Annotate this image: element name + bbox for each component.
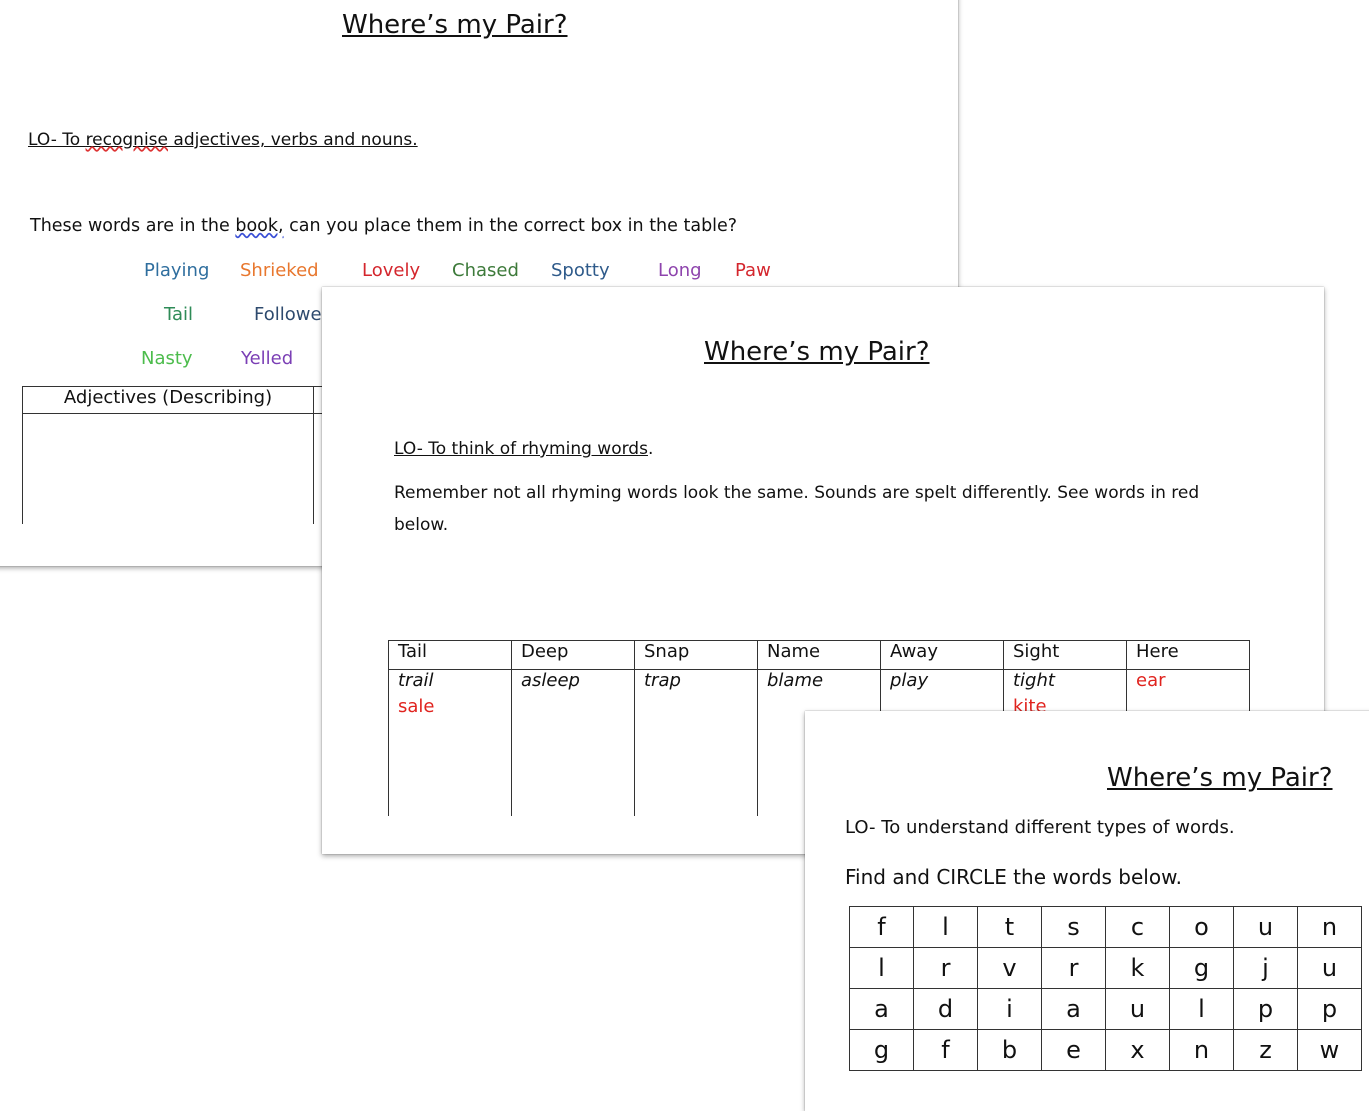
word-bank-item: Yelled — [241, 348, 294, 369]
learning-objective: LO- To recognise adjectives, verbs and n… — [28, 130, 418, 150]
grid-letter-cell[interactable]: s — [1041, 906, 1106, 948]
rhyme-word: play — [890, 670, 929, 691]
word-bank-item: Tail — [164, 304, 194, 325]
rhyme-word: blame — [767, 670, 824, 691]
word-bank-item: Long — [658, 260, 702, 281]
page-title: Where’s my Pair? — [704, 337, 930, 367]
grid-letter-cell[interactable]: u — [1297, 947, 1362, 989]
grid-letter-cell[interactable]: l — [913, 906, 978, 948]
grid-letter-cell[interactable]: f — [913, 1029, 978, 1071]
rhyme-word: trap — [644, 670, 681, 691]
word-bank-item: Lovely — [362, 260, 421, 281]
grid-letter-cell[interactable]: t — [977, 906, 1042, 948]
grid-letter-cell[interactable]: d — [913, 988, 978, 1030]
word-bank-item: Nasty — [141, 348, 193, 369]
grid-letter-cell[interactable]: u — [1105, 988, 1170, 1030]
grid-letter-cell[interactable]: n — [1297, 906, 1362, 948]
word-bank-item: Shrieked — [240, 260, 319, 281]
rhyme-word: trail — [398, 670, 434, 691]
instruction-text: Find and CIRCLE the words below. — [845, 865, 1182, 889]
grid-letter-cell[interactable]: p — [1233, 988, 1298, 1030]
classification-table: Adjectives (Describing) — [22, 386, 355, 524]
rhyme-column-header: Deep — [511, 640, 635, 670]
grid-letter-cell[interactable]: z — [1233, 1029, 1298, 1071]
grid-letter-cell[interactable]: c — [1105, 906, 1170, 948]
grid-letter-cell[interactable]: l — [849, 947, 914, 989]
table-cell — [22, 413, 314, 524]
page-title: Where’s my Pair? — [342, 10, 568, 40]
worksheet-wordsearch: Where’s my Pair? LO- To understand diffe… — [805, 711, 1369, 1111]
rhyme-word: tight — [1013, 670, 1055, 691]
grid-letter-cell[interactable]: f — [849, 906, 914, 948]
grid-letter-cell[interactable]: b — [977, 1029, 1042, 1071]
word-bank-item: Followe — [254, 304, 322, 325]
rhyme-cell: trap — [634, 669, 758, 816]
word-bank-item: Spotty — [551, 260, 610, 281]
grid-row: lrvrkgju — [849, 947, 1362, 989]
remember-note: Remember not all rhyming words look the … — [394, 483, 1200, 503]
grid-letter-cell[interactable]: v — [977, 947, 1042, 989]
grid-row: fltscoun — [849, 906, 1362, 948]
grid-letter-cell[interactable]: n — [1169, 1029, 1234, 1071]
word-bank-item: Chased — [452, 260, 519, 281]
grid-letter-cell[interactable]: g — [849, 1029, 914, 1071]
rhyme-cell: trail sale — [388, 669, 512, 816]
grid-letter-cell[interactable]: r — [913, 947, 978, 989]
word-search-grid: fltscounlrvrkgjuadiaulppgfbexnzw — [849, 906, 1362, 1071]
learning-objective: LO- To understand different types of wor… — [845, 817, 1235, 838]
word-bank-item: Paw — [735, 260, 771, 281]
page-title: Where’s my Pair? — [1107, 763, 1333, 793]
rhyme-cell: asleep — [511, 669, 635, 816]
grid-letter-cell[interactable]: e — [1041, 1029, 1106, 1071]
grid-row: gfbexnzw — [849, 1029, 1362, 1071]
grid-letter-cell[interactable]: p — [1297, 988, 1362, 1030]
rhyme-column-header: Tail — [388, 640, 512, 670]
grid-letter-cell[interactable]: l — [1169, 988, 1234, 1030]
rhyme-column-header: Snap — [634, 640, 758, 670]
grid-letter-cell[interactable]: r — [1041, 947, 1106, 989]
grid-letter-cell[interactable]: a — [1041, 988, 1106, 1030]
grid-letter-cell[interactable]: x — [1105, 1029, 1170, 1071]
grid-letter-cell[interactable]: g — [1169, 947, 1234, 989]
table-header-adjectives: Adjectives (Describing) — [22, 386, 314, 414]
grid-letter-cell[interactable]: i — [977, 988, 1042, 1030]
grid-letter-cell[interactable]: o — [1169, 906, 1234, 948]
rhyme-column-header: Here — [1126, 640, 1250, 670]
grid-letter-cell[interactable]: u — [1233, 906, 1298, 948]
rhyme-word: asleep — [521, 670, 580, 691]
grid-row: adiaulpp — [849, 988, 1362, 1030]
grid-letter-cell[interactable]: k — [1105, 947, 1170, 989]
table-header-row: Tail Deep Snap Name Away Sight Here — [388, 640, 1250, 670]
instruction-text: These words are in the book, can you pla… — [30, 216, 738, 236]
rhyme-column-header: Sight — [1003, 640, 1127, 670]
rhyme-word-red: sale — [398, 696, 435, 717]
word-bank-item: Playing — [144, 260, 210, 281]
learning-objective: LO- To think of rhyming words. — [394, 439, 654, 459]
rhyme-column-header: Name — [757, 640, 881, 670]
grid-letter-cell[interactable]: w — [1297, 1029, 1362, 1071]
rhyme-word-red: ear — [1136, 670, 1166, 691]
remember-note-cont: below. — [394, 515, 449, 535]
grid-letter-cell[interactable]: a — [849, 988, 914, 1030]
rhyme-column-header: Away — [880, 640, 1004, 670]
grid-letter-cell[interactable]: j — [1233, 947, 1298, 989]
